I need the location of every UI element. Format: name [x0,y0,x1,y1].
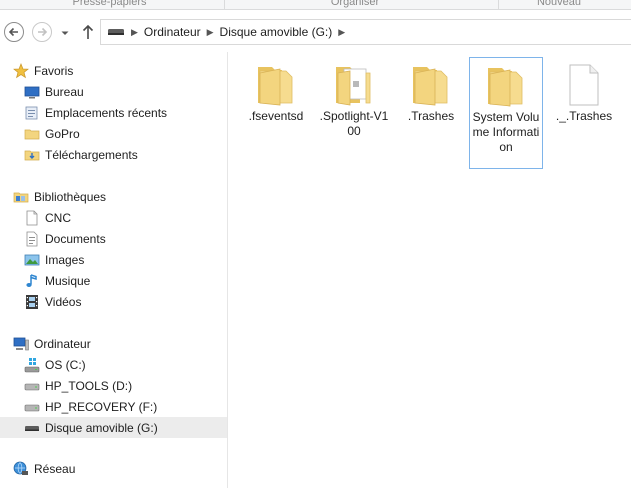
film-strip-icon [24,294,40,310]
file-name: .Trashes [407,109,455,123]
file-item-spotlight[interactable]: .Spotlight-V100 [317,57,391,169]
file-item-fseventsd[interactable]: .fseventsd [239,57,313,169]
nav-item-drive-d[interactable]: HP_TOOLS (D:) [0,375,227,396]
nav-item-music[interactable]: Musique [0,270,227,291]
file-item-system-volume-information[interactable]: System Volume Information [469,57,543,169]
file-name: .fseventsd [248,109,304,123]
folder-icon [252,61,300,109]
nav-item-videos[interactable]: Vidéos [0,291,227,312]
libraries-icon [13,189,29,205]
nav-item-cnc[interactable]: CNC [0,207,227,228]
windows-drive-icon [24,357,40,373]
music-note-icon [24,273,40,289]
back-button[interactable] [4,22,24,42]
file-list-pane[interactable]: .fseventsd .Spotlight-V100 .Trashes Syst… [229,52,631,488]
nav-item-label: Téléchargements [45,147,138,162]
removable-drive-icon [107,26,125,38]
nav-item-pictures[interactable]: Images [0,249,227,270]
nav-item-drive-c[interactable]: OS (C:) [0,354,227,375]
nav-favorites-label: Favoris [34,63,74,78]
star-icon [13,62,29,79]
nav-item-label: Musique [45,273,91,288]
folder-icon [482,62,530,110]
nav-libraries[interactable]: Bibliothèques [0,186,227,207]
ribbon-group-new: Nouveau [536,0,582,8]
file-name: ._.Trashes [555,109,613,123]
blank-file-icon [560,61,608,109]
ribbon-separator [498,0,499,9]
network-icon [13,461,29,477]
nav-libraries-label: Bibliothèques [34,189,107,204]
breadcrumb-separator-icon[interactable]: ▶ [332,27,351,38]
nav-item-desktop[interactable]: Bureau [0,81,227,102]
desktop-icon [24,84,40,100]
breadcrumb-separator-icon[interactable]: ▶ [125,27,144,38]
nav-network-label: Réseau [34,461,76,476]
nav-item-label: OS (C:) [45,357,86,372]
nav-network[interactable]: Réseau [0,458,227,479]
arrow-left-icon [8,27,18,37]
nav-favorites[interactable]: Favoris [0,60,227,81]
chevron-down-icon [61,31,69,35]
ribbon-separator [224,0,225,9]
nav-item-downloads[interactable]: Téléchargements [0,144,227,165]
folder-document-icon [330,61,378,109]
library-document-icon [24,210,40,226]
nav-item-drive-f[interactable]: HP_RECOVERY (F:) [0,396,227,417]
computer-icon [13,336,29,352]
breadcrumb-computer[interactable]: Ordinateur [144,25,201,39]
nav-computer-label: Ordinateur [34,336,91,351]
folder-icon [24,126,40,142]
nav-item-recent-places[interactable]: Emplacements récents [0,102,227,123]
file-item-trashes[interactable]: .Trashes [394,57,468,169]
nav-item-drive-g[interactable]: Disque amovible (G:) [0,417,227,438]
breadcrumb-removable-drive[interactable]: Disque amovible (G:) [220,25,333,39]
nav-item-label: HP_TOOLS (D:) [45,378,133,393]
ribbon-groups: Presse-papiers Organiser Nouveau [0,0,631,10]
nav-item-documents[interactable]: Documents [0,228,227,249]
breadcrumb-separator-icon[interactable]: ▶ [201,27,220,38]
recent-locations-button[interactable] [60,27,70,37]
removable-drive-icon [24,420,40,436]
nav-item-label: Vidéos [45,294,82,309]
nav-item-label: Bureau [45,84,84,99]
nav-item-label: Emplacements récents [45,105,168,120]
file-name: System Volume Information [472,110,540,154]
forward-button[interactable] [32,22,52,42]
navigation-pane: Favoris Bureau Emplacements récents GoPr… [0,52,228,488]
hard-drive-icon [24,399,40,415]
file-item-dot-trashes[interactable]: ._.Trashes [547,57,621,169]
folder-icon [407,61,455,109]
file-name: .Spotlight-V100 [319,109,389,138]
hard-drive-icon [24,378,40,394]
nav-item-label: HP_RECOVERY (F:) [45,399,158,414]
arrow-right-icon [38,27,48,37]
nav-item-label: GoPro [45,126,80,141]
nav-item-label: Documents [45,231,106,246]
pictures-icon [24,252,40,268]
nav-item-gopro[interactable]: GoPro [0,123,227,144]
up-button[interactable] [80,23,96,41]
arrow-up-icon [82,24,94,39]
nav-item-label: Images [45,252,85,267]
nav-computer[interactable]: Ordinateur [0,333,227,354]
address-bar[interactable]: ▶ Ordinateur ▶ Disque amovible (G:) ▶ [100,19,631,45]
documents-icon [24,231,40,247]
nav-item-label: Disque amovible (G:) [45,420,158,435]
recent-places-icon [24,105,40,121]
nav-item-label: CNC [45,210,71,225]
ribbon-group-clipboard: Presse-papiers [72,0,147,8]
ribbon-group-organize: Organiser [330,0,380,8]
downloads-folder-icon [24,147,40,163]
navigation-bar: ▶ Ordinateur ▶ Disque amovible (G:) ▶ [0,10,631,52]
